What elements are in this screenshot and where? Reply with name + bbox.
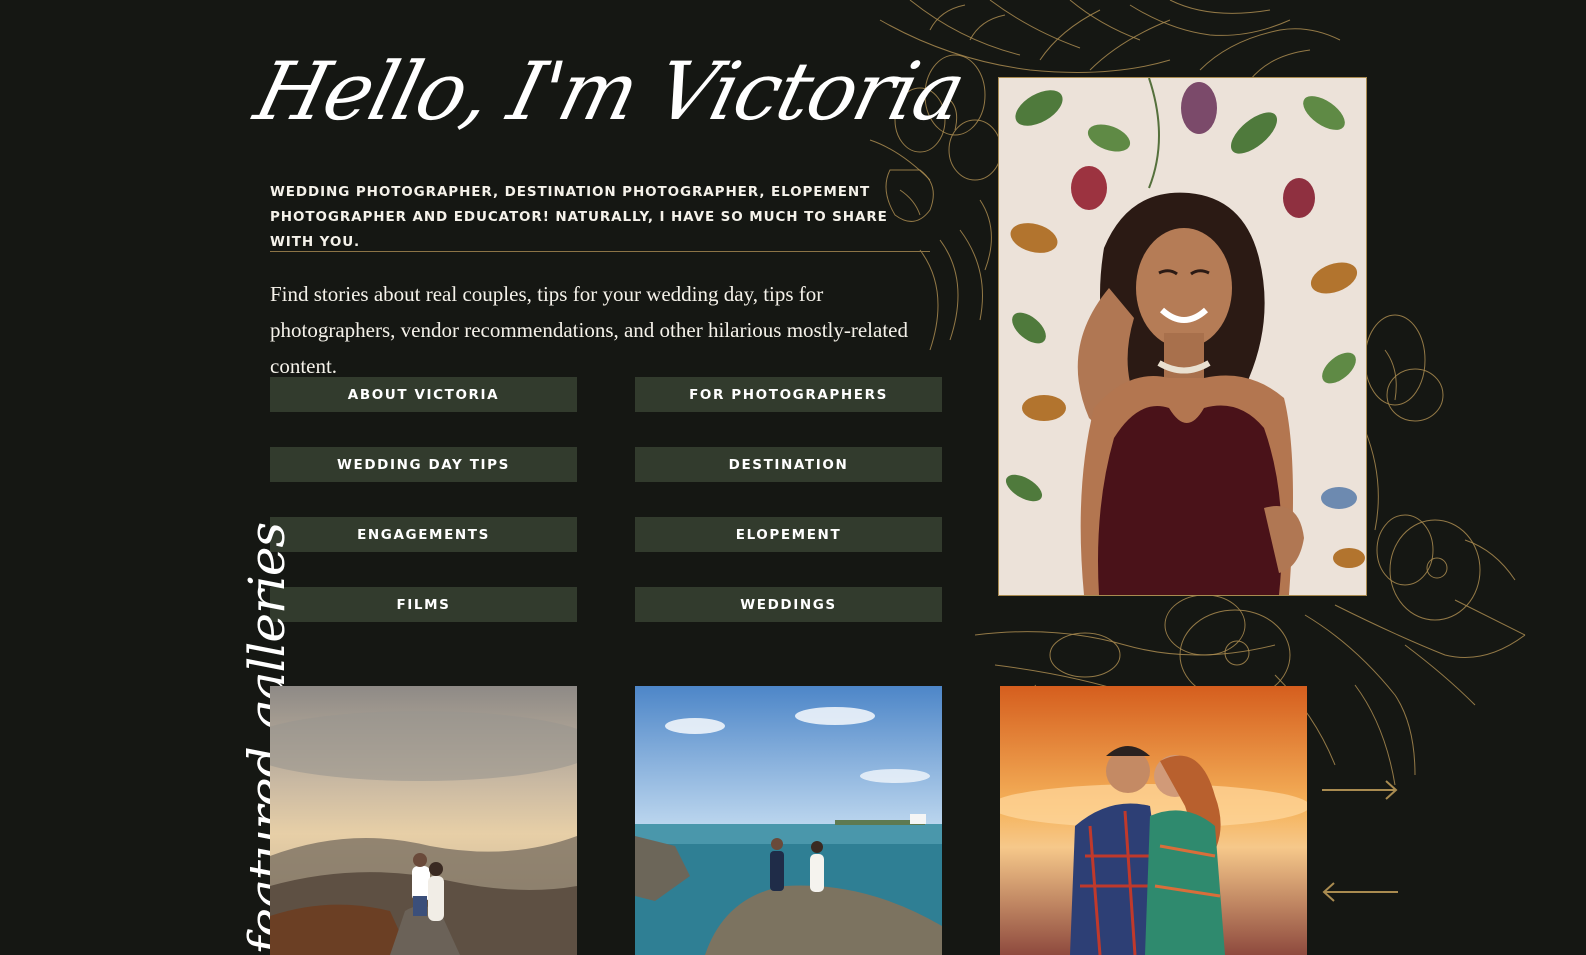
gallery-prev-button[interactable] (1320, 877, 1400, 907)
floral-right-decoration (1364, 314, 1526, 636)
destination-button[interactable]: Destination (635, 447, 942, 482)
divider (270, 251, 930, 252)
for-photographers-button[interactable]: For Photographers (635, 377, 942, 412)
about-victoria-button[interactable]: About Victoria (270, 377, 577, 412)
films-button[interactable]: Films (270, 587, 577, 622)
page: Hello, I'm Victoria Wedding photographer… (0, 0, 1586, 955)
gallery-tile-mountain[interactable] (270, 686, 577, 955)
lede-text: Find stories about real couples, tips fo… (270, 282, 908, 378)
arrow-right-icon (1322, 780, 1398, 800)
portrait-photo (998, 77, 1367, 596)
intro-text: Wedding photographer, destination photog… (270, 184, 888, 250)
weddings-button[interactable]: Weddings (635, 587, 942, 622)
elopement-button[interactable]: Elopement (635, 517, 942, 552)
gallery-next-button[interactable] (1320, 775, 1400, 805)
gallery-tile-sunset[interactable] (1000, 686, 1307, 955)
arrow-left-icon (1322, 882, 1398, 902)
page-title: Hello, I'm Victoria (246, 45, 973, 138)
wedding-day-tips-button[interactable]: Wedding Day Tips (270, 447, 577, 482)
engagements-button[interactable]: Engagements (270, 517, 577, 552)
gallery-tile-seaside[interactable] (635, 686, 942, 955)
